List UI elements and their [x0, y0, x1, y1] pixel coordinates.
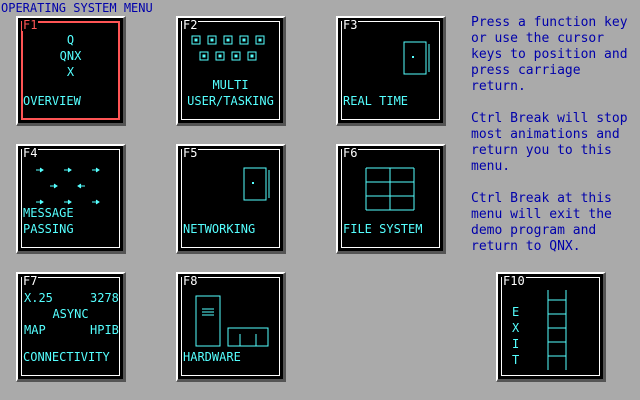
terminal-screen-icon — [218, 54, 222, 58]
qnx-logo-line-2: QNX — [59, 49, 82, 63]
help-text-instructions: Press a function key or use the cursor k… — [471, 15, 636, 94]
tile-label: MULTI USER/TASKING — [187, 78, 274, 108]
3278-text: 3278 — [90, 291, 119, 305]
terminal-screen-icon — [194, 38, 198, 42]
terminal-screen-icon — [210, 38, 214, 42]
map-text: MAP — [24, 323, 46, 337]
function-key-label: F1 — [22, 18, 39, 32]
terminal-screen-icon — [202, 54, 206, 58]
menu-tile-real-time[interactable]: F3 REAL TIME — [336, 16, 446, 126]
help-text-ctrl-break-stop: Ctrl Break will stop most animations and… — [471, 111, 636, 174]
computer-hardware-icon — [195, 295, 269, 347]
door-icon — [243, 167, 270, 201]
terminal-screen-icon — [226, 38, 230, 42]
tile-label: MESSAGE PASSING — [23, 206, 74, 236]
menu-tile-exit[interactable]: F10 E X I T — [496, 272, 606, 382]
qnx-logo-line-1: Q — [66, 33, 75, 47]
help-text-ctrl-break-exit: Ctrl Break at this menu will exit the de… — [471, 191, 620, 254]
menu-tile-multi-user-tasking[interactable]: F2 MULTI USER/TASKING — [176, 16, 286, 126]
menu-tile-message-passing[interactable]: F4 MESSAGE PASSING — [16, 144, 126, 254]
terminals-icon — [191, 35, 265, 61]
hpib-text: HPIB — [90, 323, 119, 337]
menu-tile-overview[interactable]: F1 Q QNX X OVERVIEW — [16, 16, 126, 126]
tile-label: OVERVIEW — [23, 94, 81, 108]
tile-label: NETWORKING — [183, 222, 256, 236]
terminal-screen-icon — [250, 54, 254, 58]
x25-text: X.25 — [24, 291, 53, 305]
menu-tile-connectivity[interactable]: F7 X.25 3278 ASYNC MAP HPIB CONNECTIVITY — [16, 272, 126, 382]
tile-label: HARDWARE — [183, 350, 241, 364]
menu-tile-file-system[interactable]: F6 FILE SYSTEM — [336, 144, 446, 254]
qnx-logo-line-3: X — [66, 65, 75, 79]
menu-tile-hardware[interactable]: F8 HARDWARE — [176, 272, 286, 382]
terminal-screen-icon — [258, 38, 262, 42]
door-icon — [403, 41, 430, 75]
page-title: OPERATING SYSTEM MENU — [1, 1, 153, 15]
menu-tile-networking[interactable]: F5 NETWORKING — [176, 144, 286, 254]
tile-label: REAL TIME — [343, 94, 409, 108]
message-arrows-icon — [36, 167, 100, 205]
function-key-label: F7 — [22, 274, 39, 288]
terminal-screen-icon — [234, 54, 238, 58]
async-text: ASYNC — [52, 307, 89, 321]
tile-label: CONNECTIVITY — [23, 350, 110, 364]
file-cabinet-icon — [365, 167, 415, 211]
terminal-screen-icon — [242, 38, 246, 42]
ladder-icon — [547, 290, 567, 370]
tile-label: FILE SYSTEM — [343, 222, 423, 236]
